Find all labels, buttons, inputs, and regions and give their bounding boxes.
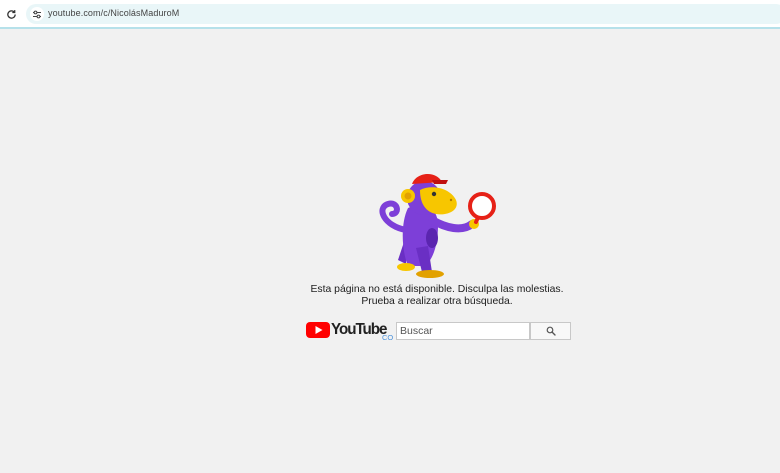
browser-toolbar: youtube.com/c/NicolásMaduroM [0, 0, 780, 29]
error-message: Esta página no está disponible. Disculpa… [250, 284, 624, 308]
error-line-2: Prueba a realizar otra búsqueda. [361, 296, 513, 307]
search-button[interactable] [530, 322, 571, 340]
site-settings-icon[interactable] [30, 7, 44, 21]
youtube-wordmark: YouTube [331, 321, 388, 338]
youtube-logo[interactable]: YouTube CO [306, 321, 396, 342]
play-icon [306, 322, 330, 338]
reload-icon[interactable] [5, 8, 17, 20]
url-text[interactable]: youtube.com/c/NicolásMaduroM [48, 8, 179, 18]
search-icon [546, 326, 556, 336]
country-code: CO [382, 333, 394, 342]
error-line-1: Esta página no está disponible. Disculpa… [310, 284, 564, 295]
search-input[interactable] [396, 322, 530, 340]
address-bar[interactable]: youtube.com/c/NicolásMaduroM [26, 4, 780, 24]
monkey-illustration [376, 168, 500, 280]
